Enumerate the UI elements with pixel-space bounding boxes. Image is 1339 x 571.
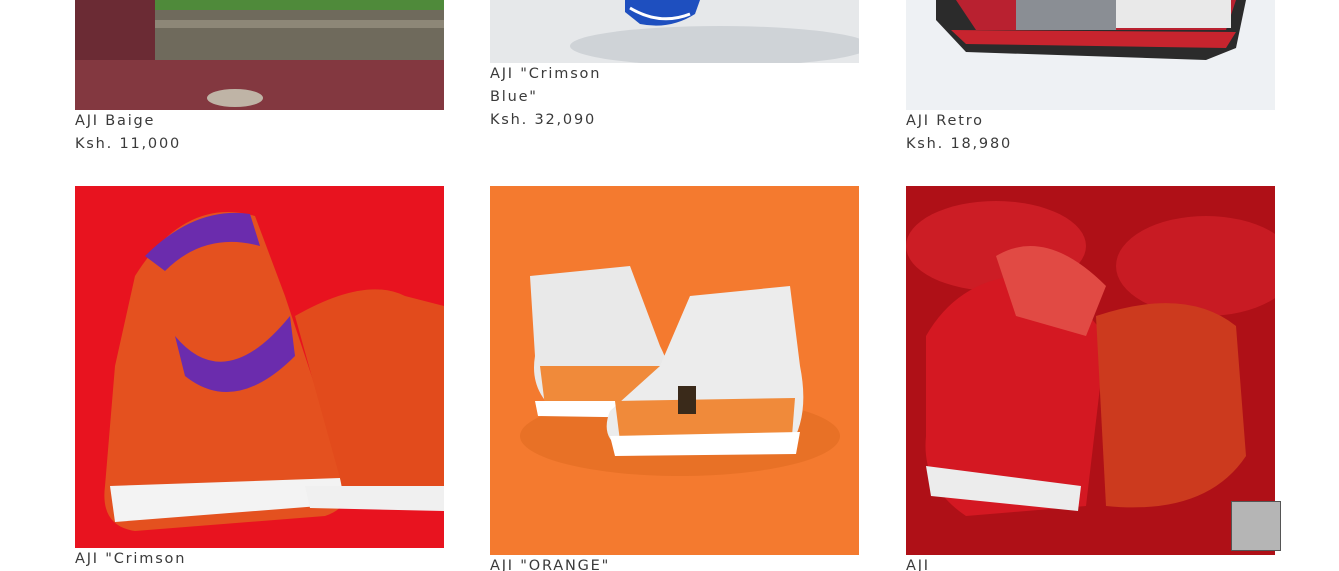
product-price: Ksh. 18,980 bbox=[906, 136, 1013, 152]
product-image[interactable] bbox=[75, 186, 444, 548]
product-image[interactable] bbox=[490, 0, 859, 63]
product-title[interactable]: AJI "Crimson bbox=[75, 548, 225, 571]
product-image[interactable] bbox=[490, 186, 859, 555]
product-image[interactable] bbox=[906, 0, 1275, 110]
product-price: Ksh. 11,000 bbox=[75, 136, 182, 152]
product-title[interactable]: AJI bbox=[906, 555, 1056, 571]
product-title[interactable]: AJI "ORANGE" bbox=[490, 555, 640, 571]
product-title[interactable]: AJI "Crimson Blue" bbox=[490, 63, 640, 109]
product-title[interactable]: AJI Retro bbox=[906, 110, 1056, 133]
product-image[interactable] bbox=[75, 0, 444, 110]
product-image[interactable] bbox=[906, 186, 1275, 555]
product-price: Ksh. 32,090 bbox=[490, 112, 597, 128]
product-title[interactable]: AJI Baige bbox=[75, 110, 225, 133]
scroll-to-top-button[interactable] bbox=[1231, 501, 1281, 551]
